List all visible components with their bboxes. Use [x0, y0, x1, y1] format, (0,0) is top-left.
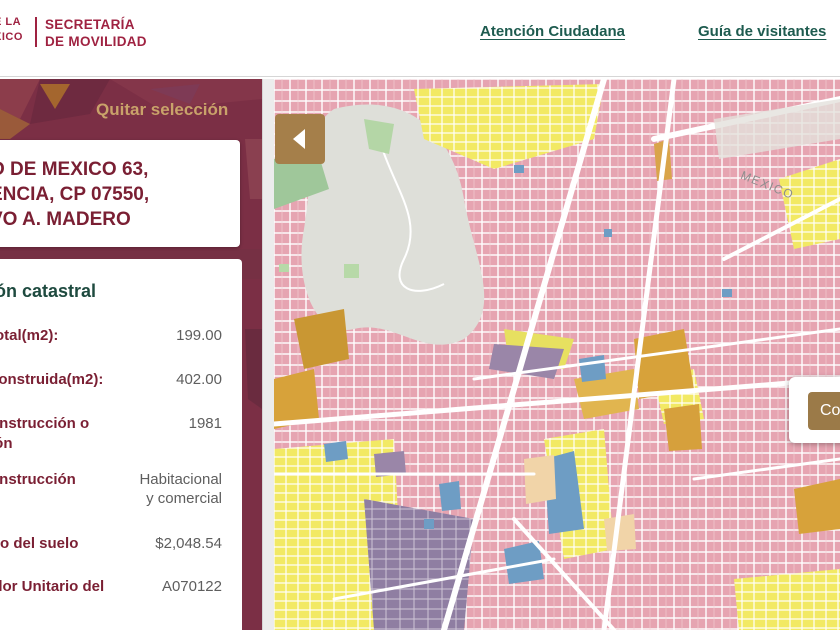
logo-right-line2: DE MOVILIDAD [45, 34, 147, 49]
nav-guia-visitantes[interactable]: Guía de visitantes [698, 23, 826, 40]
cdmx-logo-text: E LA XICO [0, 15, 23, 45]
top-header: E LA XICO SECRETARÍA DE MOVILIDAD Atenci… [0, 0, 840, 77]
cadastral-info-card: ión catastral total(m2): 199.00 construi… [0, 259, 242, 630]
land-use-map[interactable] [274, 79, 840, 630]
cadastral-info-title: ión catastral [0, 281, 97, 301]
chevron-left-icon [293, 129, 305, 149]
row-label-construction-use: onstrucción [0, 471, 76, 488]
collapse-panel-button[interactable] [275, 114, 325, 164]
address-line-2: ENCIA, CP 07550, [0, 184, 150, 205]
address-line-1: O DE MEXICO 63, [0, 159, 149, 180]
nav-atencion-ciudadana[interactable]: Atención Ciudadana [480, 23, 625, 40]
row-label-land-unit-value: rio del suelo [0, 535, 79, 552]
row-value-construction-use-1: Habitacional [139, 471, 222, 488]
row-label-total-area: total(m2): [0, 327, 59, 344]
logo-left-line2: XICO [0, 31, 23, 43]
row-label-construction-year-1: onstrucción o [0, 415, 90, 432]
address-card: O DE MEXICO 63, ENCIA, CP 07550, VO A. M… [0, 140, 240, 247]
clear-selection-link[interactable]: Quitar selección [96, 100, 228, 120]
row-value-built-area: 402.00 [176, 371, 222, 388]
popup-action-button[interactable]: Co [808, 392, 840, 430]
row-label-construction-year-2: ión [0, 435, 13, 452]
row-label-unit-value-key-1: alor Unitario del [0, 578, 105, 595]
row-label-built-area: construida(m2): [0, 371, 104, 388]
logo-divider [35, 17, 37, 47]
map-canvas [274, 79, 840, 630]
secretaria-logo-text[interactable]: SECRETARÍA DE MOVILIDAD [45, 16, 147, 50]
map-popup: Co [789, 377, 840, 443]
row-value-unit-value-key: A070122 [161, 578, 222, 595]
address-line-3: VO A. MADERO [0, 209, 131, 230]
property-info-panel: Quitar selección O DE MEXICO 63, ENCIA, … [0, 79, 262, 630]
logo-left-line1: E LA [0, 16, 22, 28]
logo-right-line1: SECRETARÍA [45, 17, 135, 32]
row-value-construction-use-2: y comercial [146, 490, 222, 507]
row-value-construction-year: 1981 [188, 415, 222, 432]
row-value-total-area: 199.00 [176, 327, 222, 344]
row-value-land-unit-value: $2,048.54 [155, 535, 222, 552]
